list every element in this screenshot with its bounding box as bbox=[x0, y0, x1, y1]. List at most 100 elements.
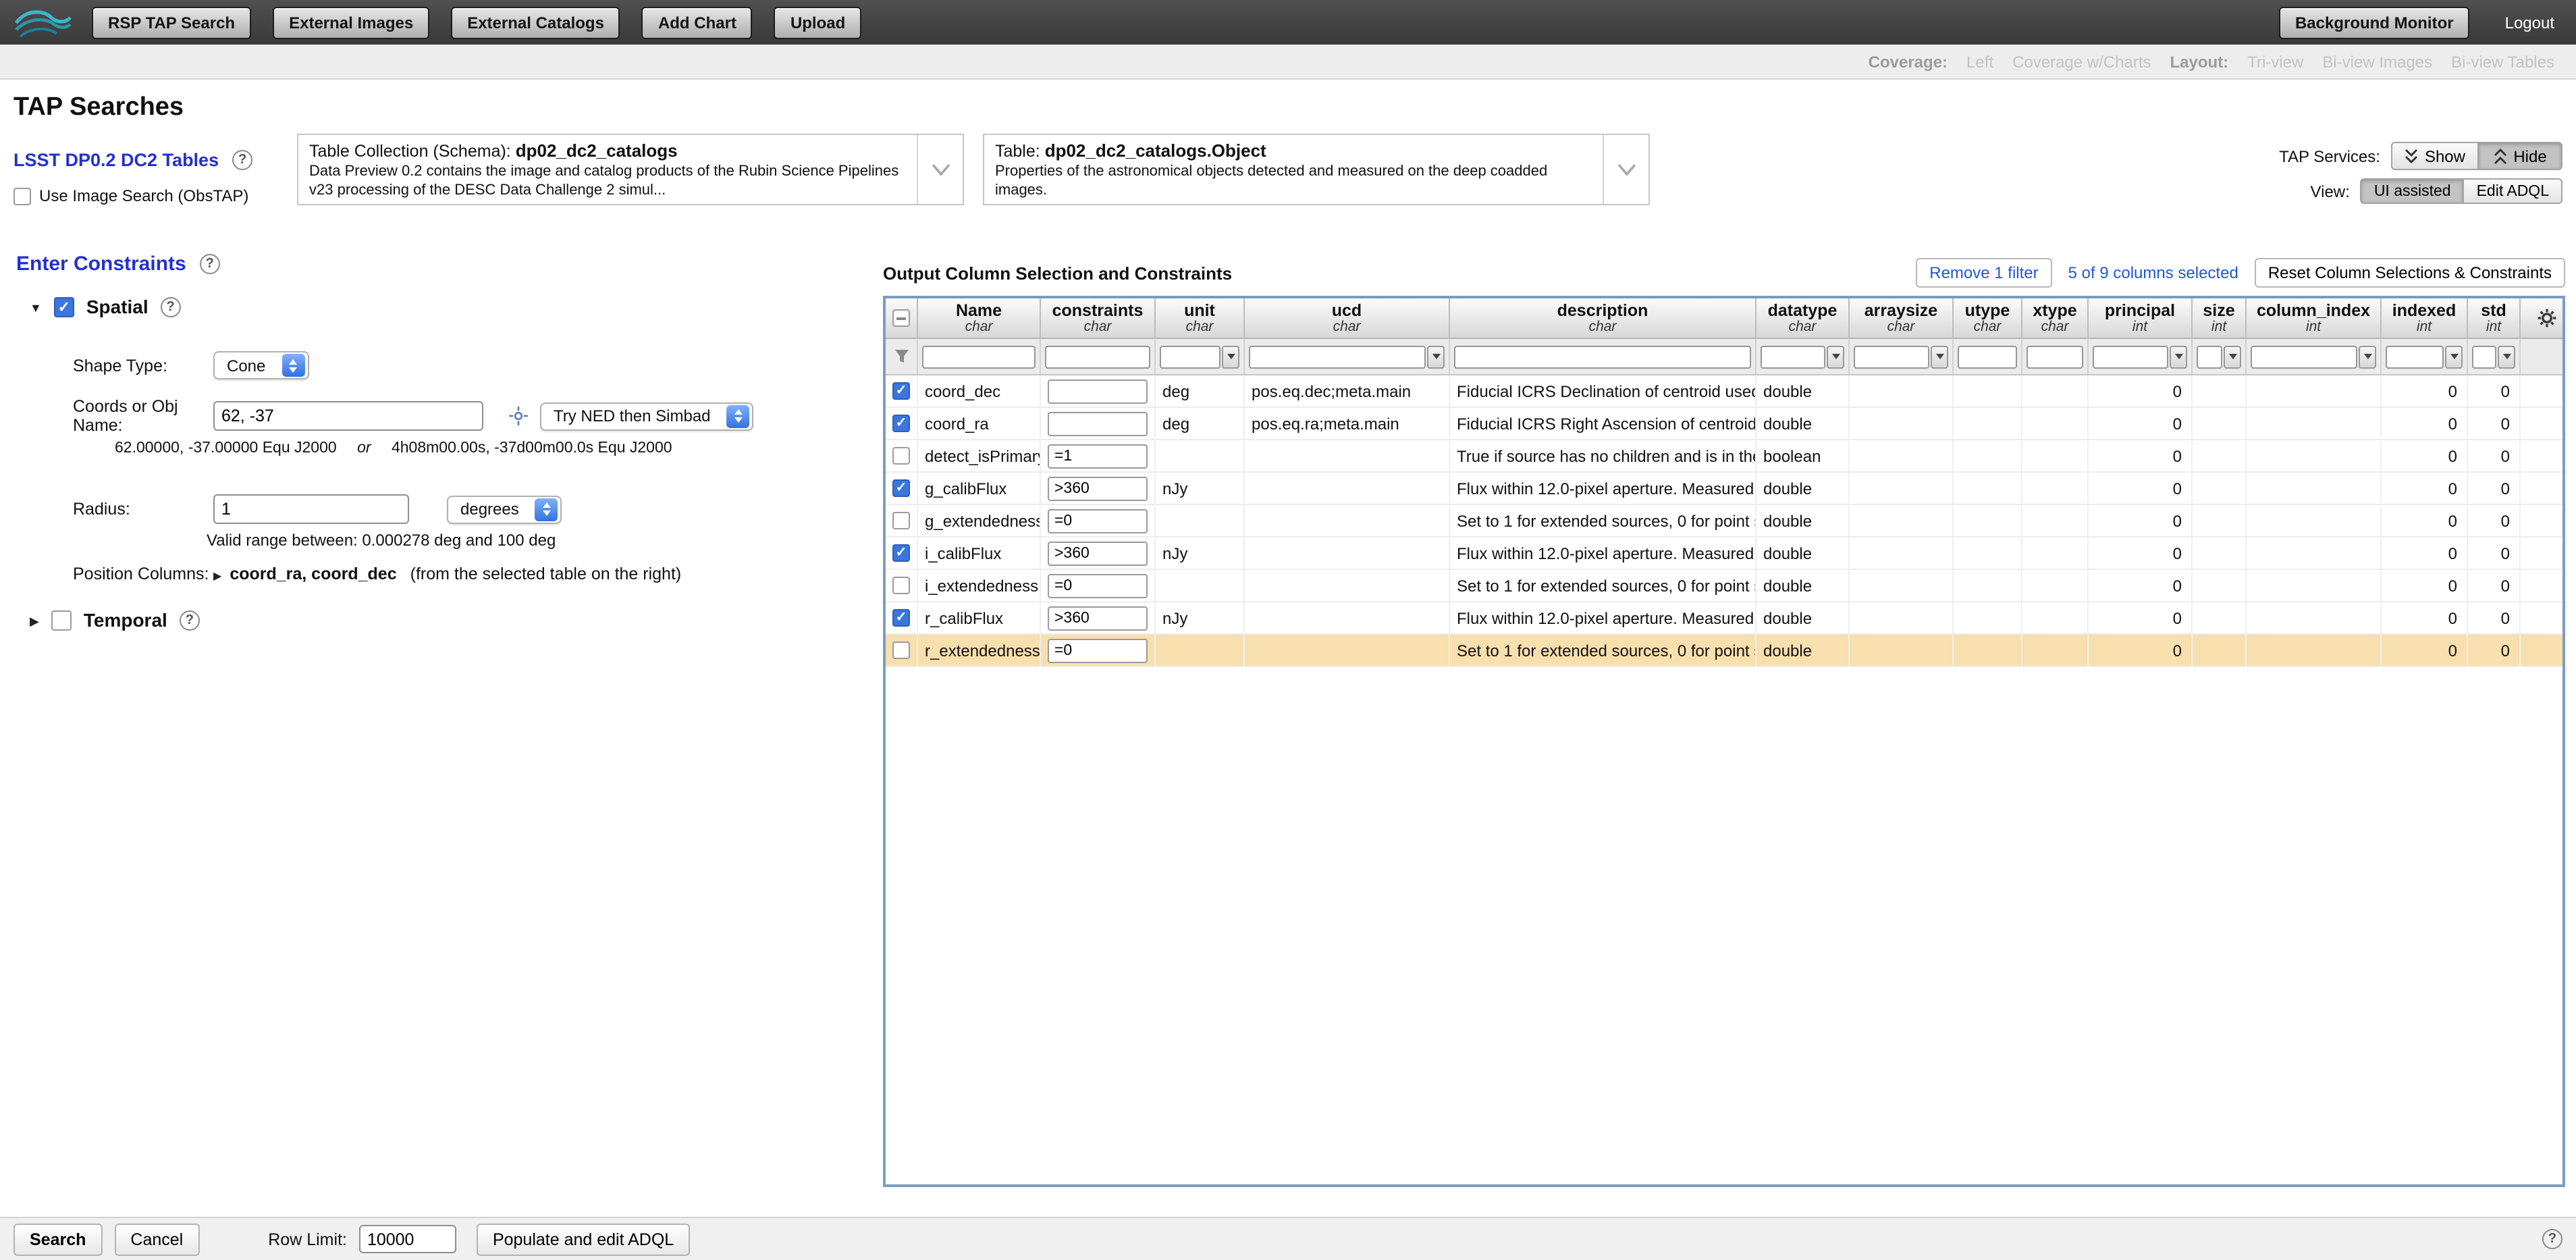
column-header-size[interactable]: size int bbox=[2193, 298, 2247, 338]
service-help-icon[interactable] bbox=[232, 150, 253, 170]
filter-input-datatype[interactable] bbox=[1761, 345, 1825, 368]
add-chart-button[interactable]: Add Chart bbox=[641, 6, 753, 38]
constraint-input-coord_dec[interactable] bbox=[1048, 379, 1148, 403]
temporal-help-icon[interactable] bbox=[179, 610, 200, 630]
background-monitor-button[interactable]: Background Monitor bbox=[2278, 6, 2470, 38]
column-header-std[interactable]: std int bbox=[2468, 298, 2521, 338]
row-checkbox-coord_ra[interactable] bbox=[892, 415, 910, 432]
row-checkbox-r_calibFlux[interactable] bbox=[892, 609, 910, 627]
external-catalogs-button[interactable]: External Catalogs bbox=[451, 6, 620, 38]
column-header-constraints[interactable]: constraints char bbox=[1041, 298, 1156, 338]
constraint-input-r_calibFlux[interactable] bbox=[1048, 606, 1148, 630]
filter-input-name[interactable] bbox=[922, 345, 1036, 368]
filter-input-ucd[interactable] bbox=[1249, 345, 1426, 368]
filter-input-xtype[interactable] bbox=[2027, 345, 2083, 368]
remove-filter-button[interactable]: Remove 1 filter bbox=[1916, 258, 2052, 288]
resolver-dropdown-button[interactable]: Try NED then Simbad bbox=[540, 402, 754, 430]
upload-button[interactable]: Upload bbox=[774, 6, 862, 38]
column-header-xtype[interactable]: xtype char bbox=[2022, 298, 2089, 338]
table-selector[interactable]: Table: dp02_dc2_catalogs.Object Properti… bbox=[983, 134, 1650, 205]
rsp-tap-search-button[interactable]: RSP TAP Search bbox=[92, 6, 252, 38]
table-row-i_extendedness[interactable]: i_extendedness Set to 1 for extended sour… bbox=[886, 570, 2562, 602]
column-header-arraysize[interactable]: arraysize char bbox=[1850, 298, 1954, 338]
column-header-unit[interactable]: unit char bbox=[1156, 298, 1245, 338]
temporal-collapse-icon[interactable] bbox=[30, 608, 39, 632]
coords-input[interactable] bbox=[213, 401, 483, 431]
constraint-input-i_extendedness[interactable] bbox=[1048, 573, 1148, 598]
shape-type-select[interactable]: Cone bbox=[213, 351, 309, 379]
footer-help-icon[interactable] bbox=[2542, 1229, 2562, 1249]
filter-dropdown-datatype[interactable] bbox=[1827, 345, 1844, 368]
constraint-input-g_calibFlux[interactable] bbox=[1048, 476, 1148, 500]
schema-selector[interactable]: Table Collection (Schema): dp02_dc2_cata… bbox=[297, 134, 964, 205]
row-checkbox-detect_isPrimary[interactable] bbox=[892, 447, 910, 465]
columns-selected-link[interactable]: 5 of 9 columns selected bbox=[2068, 263, 2238, 282]
constraint-input-detect_isPrimary[interactable] bbox=[1048, 444, 1148, 468]
filter-input-indexed[interactable] bbox=[2386, 345, 2444, 368]
table-row-coord_dec[interactable]: coord_dec degpos.eq.dec;meta.mainFiducial… bbox=[886, 375, 2562, 408]
filter-funnel-icon[interactable] bbox=[893, 348, 909, 365]
filter-dropdown-column_index[interactable] bbox=[2359, 345, 2376, 368]
column-header-ucd[interactable]: ucd char bbox=[1245, 298, 1450, 338]
filter-input-size[interactable] bbox=[2197, 345, 2222, 368]
row-limit-input[interactable] bbox=[358, 1225, 456, 1253]
filter-input-unit[interactable] bbox=[1160, 345, 1220, 368]
filter-dropdown-arraysize[interactable] bbox=[1931, 345, 1948, 368]
row-checkbox-g_extendedness[interactable] bbox=[892, 512, 910, 529]
row-checkbox-g_calibFlux[interactable] bbox=[892, 479, 910, 497]
constraints-help-icon[interactable] bbox=[199, 254, 220, 274]
table-options-gear-icon[interactable] bbox=[2537, 308, 2557, 328]
filter-input-description[interactable] bbox=[1454, 345, 1751, 368]
table-row-coord_ra[interactable]: coord_ra degpos.eq.ra;meta.mainFiducial I… bbox=[886, 408, 2562, 440]
column-header-column_index[interactable]: column_index int bbox=[2247, 298, 2382, 338]
table-row-r_extendedness[interactable]: r_extendedness Set to 1 for extended sour… bbox=[886, 635, 2562, 667]
logout-button[interactable]: Logout bbox=[2497, 11, 2562, 33]
constraint-input-g_extendedness[interactable] bbox=[1048, 508, 1148, 533]
temporal-checkbox[interactable] bbox=[51, 610, 72, 630]
position-columns-expand-icon[interactable] bbox=[213, 565, 221, 583]
constraint-input-r_extendedness[interactable] bbox=[1048, 638, 1148, 662]
row-checkbox-i_extendedness[interactable] bbox=[892, 577, 910, 594]
tap-services-show-button[interactable]: Show bbox=[2390, 142, 2479, 170]
column-header-description[interactable]: description char bbox=[1450, 298, 1756, 338]
constraint-input-i_calibFlux[interactable] bbox=[1048, 541, 1148, 565]
filter-input-principal[interactable] bbox=[2093, 345, 2168, 368]
column-header-name[interactable]: Name char bbox=[918, 298, 1041, 338]
filter-dropdown-principal[interactable] bbox=[2170, 345, 2187, 368]
column-header-principal[interactable]: principal int bbox=[2089, 298, 2193, 338]
table-row-i_calibFlux[interactable]: i_calibFlux nJy Flux within 12.0-pixel ape… bbox=[886, 537, 2562, 570]
table-expand-button[interactable] bbox=[1603, 135, 1648, 204]
reset-columns-button[interactable]: Reset Column Selections & Constraints bbox=[2254, 258, 2565, 288]
populate-adql-button[interactable]: Populate and edit ADQL bbox=[476, 1223, 691, 1255]
filter-dropdown-std[interactable] bbox=[2498, 345, 2515, 368]
filter-input-arraysize[interactable] bbox=[1854, 345, 1929, 368]
schema-expand-button[interactable] bbox=[917, 135, 963, 204]
spatial-collapse-icon[interactable] bbox=[30, 294, 42, 319]
column-header-datatype[interactable]: datatype char bbox=[1756, 298, 1850, 338]
table-row-r_calibFlux[interactable]: r_calibFlux nJy Flux within 12.0-pixel ape… bbox=[886, 602, 2562, 635]
edit-adql-button[interactable]: Edit ADQL bbox=[2464, 178, 2562, 204]
constraint-input-coord_ra[interactable] bbox=[1048, 411, 1148, 436]
cancel-button[interactable]: Cancel bbox=[114, 1223, 200, 1255]
search-button[interactable]: Search bbox=[14, 1223, 103, 1255]
column-header-indexed[interactable]: indexed int bbox=[2382, 298, 2468, 338]
ui-assisted-button[interactable]: UI assisted bbox=[2360, 178, 2465, 204]
filter-input-std[interactable] bbox=[2472, 345, 2496, 368]
column-header-utype[interactable]: utype char bbox=[1954, 298, 2022, 338]
radius-unit-select[interactable]: degrees bbox=[447, 495, 562, 523]
tap-services-hide-button[interactable]: Hide bbox=[2479, 142, 2562, 170]
filter-input-constraints[interactable] bbox=[1045, 345, 1150, 368]
filter-dropdown-ucd[interactable] bbox=[1427, 345, 1445, 368]
filter-input-column_index[interactable] bbox=[2251, 345, 2357, 368]
filter-input-utype[interactable] bbox=[1958, 345, 2017, 368]
spatial-help-icon[interactable] bbox=[160, 296, 181, 317]
row-checkbox-i_calibFlux[interactable] bbox=[892, 544, 910, 562]
row-checkbox-r_extendedness[interactable] bbox=[892, 641, 910, 659]
table-row-g_calibFlux[interactable]: g_calibFlux nJy Flux within 12.0-pixel ape… bbox=[886, 473, 2562, 505]
spatial-checkbox[interactable] bbox=[53, 296, 74, 317]
row-checkbox-coord_dec[interactable] bbox=[892, 382, 910, 400]
external-images-button[interactable]: External Images bbox=[273, 6, 430, 38]
radius-input[interactable] bbox=[213, 494, 409, 524]
table-row-g_extendedness[interactable]: g_extendedness Set to 1 for extended sour… bbox=[886, 505, 2562, 537]
locate-icon[interactable] bbox=[508, 405, 529, 427]
